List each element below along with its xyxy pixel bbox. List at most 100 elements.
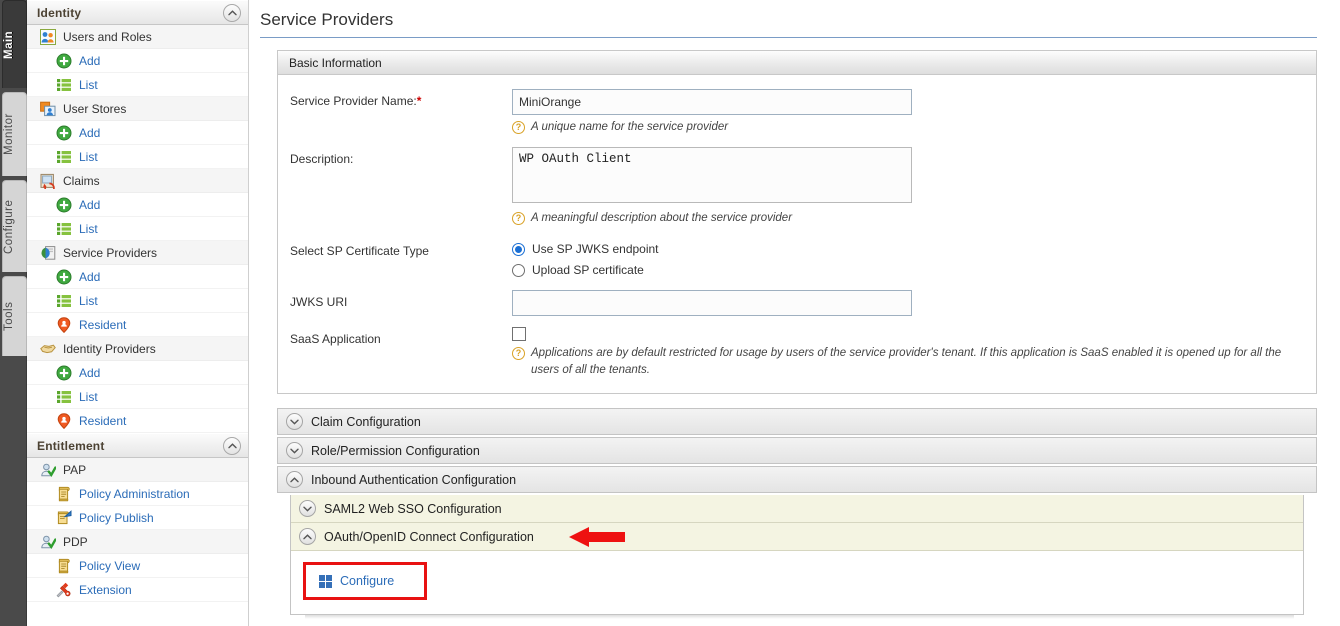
- chevron-down-icon: [286, 442, 303, 459]
- sidebar-item-label: Extension: [79, 582, 132, 597]
- help-icon: ?: [512, 121, 525, 134]
- users-icon: [40, 28, 56, 45]
- jwks-uri-input[interactable]: [512, 289, 912, 316]
- claims-icon: [40, 173, 56, 193]
- add-green-icon: [56, 197, 72, 213]
- sidebar-item-list[interactable]: List: [27, 73, 248, 97]
- list-green-icon: [56, 221, 72, 237]
- help-icon: ?: [512, 212, 525, 226]
- basic-information-heading-label: Basic Information: [289, 55, 382, 70]
- vertical-tab-rail: Main Monitor Configure Tools: [0, 0, 27, 626]
- sidebar-item-label: List: [79, 389, 98, 404]
- sidebar-item-identity-providers[interactable]: Identity Providers: [27, 337, 248, 361]
- sidebar-item-list[interactable]: List: [27, 145, 248, 169]
- rail-tab-configure[interactable]: Configure: [2, 180, 27, 272]
- subsection-saml2-web-sso-configuration-label: SAML2 Web SSO Configuration: [324, 501, 502, 516]
- sidebar-item-list[interactable]: List: [27, 385, 248, 409]
- rail-tab-monitor-label: Monitor: [3, 113, 15, 156]
- cert-type-label: Select SP Certificate Type: [290, 243, 429, 258]
- section-claim-configuration[interactable]: Claim Configuration: [277, 408, 1317, 435]
- sidebar-item-users-and-roles[interactable]: Users and Roles: [27, 25, 248, 49]
- subsection-oauth-openid-connect-configuration[interactable]: OAuth/OpenID Connect Configuration: [291, 523, 1303, 551]
- chevron-up-icon: [299, 528, 316, 545]
- description-textarea[interactable]: WP OAuth Client: [512, 147, 912, 204]
- add-green-icon: [56, 269, 72, 285]
- sidebar-item-extension[interactable]: Extension: [27, 578, 248, 602]
- sidebar-item-list[interactable]: List: [27, 289, 248, 313]
- sp-name-control: ? A unique name for the service provider: [512, 89, 1316, 136]
- oauth-openid-connect-body: Configure: [291, 551, 1303, 614]
- rail-tab-main[interactable]: Main: [2, 0, 27, 88]
- sidebar-item-add[interactable]: Add: [27, 265, 248, 289]
- sidebar-group-title: Identity: [37, 5, 82, 20]
- saas-application-hint-text: Applications are by default restricted f…: [531, 346, 1282, 376]
- sidebar-item-policy-publish[interactable]: Policy Publish: [27, 506, 248, 530]
- chevron-up-icon[interactable]: [223, 4, 241, 22]
- section-role-permission-configuration[interactable]: Role/Permission Configuration: [277, 437, 1317, 464]
- inbound-authentication-body: SAML2 Web SSO Configuration OAuth/OpenID…: [290, 495, 1304, 615]
- sidebar-item-add[interactable]: Add: [27, 49, 248, 73]
- sidebar-item-list[interactable]: List: [27, 217, 248, 241]
- saas-application-hint: ? Applications are by default restricted…: [512, 345, 1302, 380]
- jwks-uri-control: [512, 289, 1316, 316]
- sidebar-item-label: Add: [79, 269, 101, 284]
- extension-icon: [56, 582, 72, 598]
- saas-application-control: ? Applications are by default restricted…: [512, 326, 1316, 380]
- description-hint-text: A meaningful description about the servi…: [531, 212, 793, 225]
- sidebar-item-label: User Stores: [63, 101, 127, 116]
- sidebar-item-service-providers[interactable]: Service Providers: [27, 241, 248, 265]
- subsection-saml2-web-sso-configuration[interactable]: SAML2 Web SSO Configuration: [291, 495, 1303, 523]
- sidebar-group-header-identity[interactable]: Identity: [27, 0, 248, 25]
- pdp-icon: [40, 534, 57, 550]
- service-providers-icon: [40, 245, 56, 261]
- saas-application-checkbox[interactable]: [512, 326, 526, 341]
- sidebar-item-add[interactable]: Add: [27, 193, 248, 217]
- sidebar-item-label: Users and Roles: [63, 29, 152, 44]
- chevron-down-icon: [286, 413, 303, 430]
- sidebar-item-policy-administration[interactable]: Policy Administration: [27, 482, 248, 506]
- description-label: Description:: [290, 152, 354, 167]
- help-icon: ?: [512, 346, 525, 360]
- sidebar-group-title: Entitlement: [37, 438, 105, 453]
- subsection-oauth-openid-connect-configuration-label: OAuth/OpenID Connect Configuration: [324, 529, 534, 544]
- resident-pin-icon: [56, 316, 72, 333]
- rail-tab-monitor[interactable]: Monitor: [2, 92, 27, 176]
- rail-tab-main-label: Main: [3, 30, 15, 59]
- radio-row-upload[interactable]: Upload SP certificate: [512, 260, 1316, 281]
- sidebar-group-header-entitlement[interactable]: Entitlement: [27, 433, 248, 458]
- sidebar-item-add[interactable]: Add: [27, 361, 248, 385]
- identity-providers-icon: [40, 341, 56, 357]
- sidebar-item-resident[interactable]: Resident: [27, 313, 248, 337]
- rail-tab-tools[interactable]: Tools: [2, 276, 27, 356]
- page-title: Service Providers: [260, 10, 1317, 38]
- annotation-red-arrow-icon: [569, 527, 627, 547]
- radio-upload-sp-certificate[interactable]: [512, 263, 525, 277]
- sidebar-item-policy-view[interactable]: Policy View: [27, 554, 248, 578]
- policy-scroll-icon: [56, 558, 72, 574]
- configure-link[interactable]: Configure: [340, 574, 394, 588]
- sidebar-item-label: PDP: [63, 534, 88, 549]
- sidebar-item-label: Resident: [79, 317, 127, 332]
- list-green-icon: [56, 149, 72, 165]
- radio-use-sp-jwks-endpoint[interactable]: [512, 242, 525, 256]
- list-green-icon: [56, 389, 72, 405]
- chevron-up-icon[interactable]: [223, 437, 241, 455]
- sidebar-item-pdp[interactable]: PDP: [27, 530, 248, 554]
- sidebar-item-resident[interactable]: Resident: [27, 409, 248, 433]
- field-row-saas: SaaS Application ? Applications are by d…: [278, 326, 1316, 380]
- radio-row-jwks[interactable]: Use SP JWKS endpoint: [512, 239, 1316, 260]
- sp-name-input[interactable]: [512, 89, 912, 115]
- sidebar-item-label: List: [79, 221, 98, 236]
- field-row-cert-type: Select SP Certificate Type Use SP JWKS e…: [278, 239, 1316, 281]
- sidebar-item-label: Policy Publish: [79, 510, 154, 525]
- radio-use-sp-jwks-endpoint-label: Use SP JWKS endpoint: [532, 242, 659, 256]
- resident-pin-icon: [56, 412, 72, 429]
- basic-information-header[interactable]: Basic Information: [278, 51, 1316, 75]
- sidebar-item-add[interactable]: Add: [27, 121, 248, 145]
- sidebar-item-user-stores[interactable]: User Stores: [27, 97, 248, 121]
- user-stores-icon: [40, 101, 56, 117]
- sidebar-item-label: List: [79, 77, 98, 92]
- sidebar-item-claims[interactable]: Claims: [27, 169, 248, 193]
- section-inbound-authentication-configuration[interactable]: Inbound Authentication Configuration: [277, 466, 1317, 493]
- sidebar-item-pap[interactable]: PAP: [27, 458, 248, 482]
